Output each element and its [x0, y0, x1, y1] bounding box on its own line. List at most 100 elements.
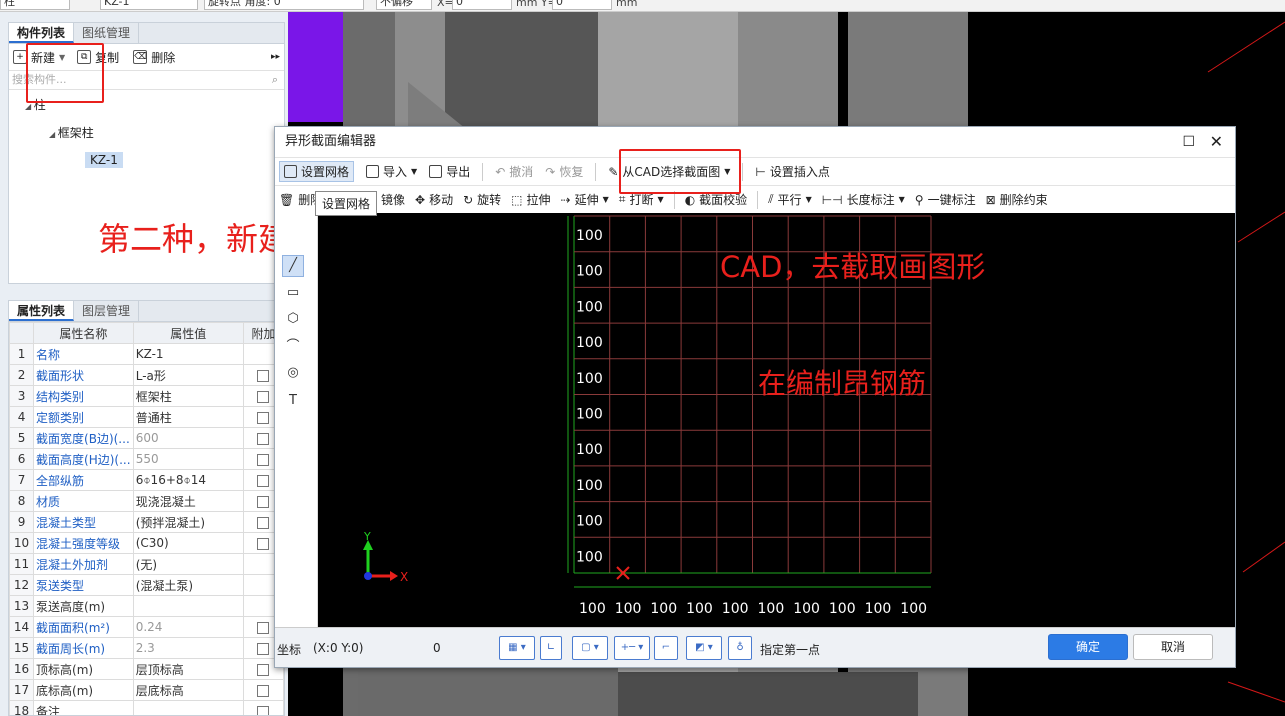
table-row[interactable]: 4 定额类别 普通柱 — [9, 406, 284, 428]
table-row[interactable]: 14 截面面积(m²) 0.24 — [9, 616, 284, 638]
property-value[interactable]: 600 — [132, 427, 244, 449]
maximize-icon[interactable]: ☐ — [1182, 127, 1195, 157]
arc-tool-icon[interactable]: ⌒ — [285, 339, 301, 355]
table-row[interactable]: 12 泵送类型 (混凝土泵) — [9, 574, 284, 596]
highlight-cad-button — [619, 149, 741, 194]
extra-checkbox[interactable] — [257, 453, 270, 466]
tab-layer-manage[interactable]: 图层管理 — [74, 301, 140, 321]
object-snap-toggle[interactable]: ▢ ▾ — [572, 636, 608, 660]
property-value[interactable]: 2.3 — [132, 637, 244, 659]
table-row[interactable]: 5 截面宽度(B边)(... 600 — [9, 427, 284, 449]
property-value[interactable]: 框架柱 — [132, 385, 244, 407]
property-value[interactable]: 现浇混凝土 — [132, 490, 244, 512]
x-input[interactable]: 0 — [452, 0, 512, 10]
move-tool[interactable]: ✥ 移动 — [415, 191, 453, 208]
property-value[interactable]: 层底标高 — [132, 679, 244, 701]
type-select[interactable]: 柱 — [0, 0, 70, 10]
property-value[interactable]: (C30) — [132, 532, 244, 554]
y-input[interactable]: 0 — [552, 0, 612, 10]
tab-component-list[interactable]: 构件列表 — [9, 23, 75, 43]
component-select[interactable]: KZ-1 — [100, 0, 198, 10]
import-button[interactable]: 导入 ▼ — [366, 163, 417, 180]
table-row[interactable]: 3 结构类别 框架柱 — [9, 385, 284, 407]
more-icon[interactable]: ▸▸ — [271, 52, 280, 62]
offset-select[interactable]: 不偏移 — [376, 0, 432, 10]
dynamic-input-toggle[interactable]: ◩ ▾ — [686, 636, 722, 660]
lightbulb-icon[interactable]: ♁ — [728, 636, 752, 660]
polygon-tool-icon[interactable]: ⬡ — [285, 311, 301, 327]
export-button[interactable]: 导出 — [429, 163, 470, 180]
rotate-point-field[interactable]: 旋转点 角度: 0 — [204, 0, 364, 10]
cancel-button[interactable]: 取消 — [1133, 634, 1213, 660]
property-value[interactable] — [132, 595, 244, 617]
text-tool-icon[interactable]: T — [285, 393, 301, 409]
property-value[interactable]: 层顶标高 — [132, 658, 244, 680]
table-row[interactable]: 7 全部纵筋 6⌽16+8⌽14 — [9, 469, 284, 491]
tab-drawing-manage[interactable]: 图纸管理 — [74, 23, 140, 43]
table-row[interactable]: 11 混凝土外加剂 (无) — [9, 553, 284, 575]
extra-checkbox[interactable] — [257, 495, 270, 508]
extra-checkbox[interactable] — [257, 474, 270, 487]
row-index: 14 — [9, 616, 35, 638]
tree-node-kz1[interactable]: KZ-1 — [85, 152, 123, 168]
table-row[interactable]: 13 泵送高度(m) — [9, 595, 284, 617]
tab-property-list[interactable]: 属性列表 — [9, 301, 75, 321]
tree-node-frame-column[interactable]: ◢ 框架柱 — [49, 124, 94, 141]
table-row[interactable]: 18 备注 — [9, 700, 284, 715]
extra-checkbox[interactable] — [257, 432, 270, 445]
table-row[interactable]: 1 名称 KZ-1 — [9, 343, 284, 365]
extra-checkbox[interactable] — [257, 684, 270, 697]
extra-checkbox[interactable] — [257, 390, 270, 403]
stretch-tool[interactable]: ⬚ 拉伸 — [511, 191, 550, 208]
property-value[interactable]: 550 — [132, 448, 244, 470]
property-value[interactable] — [132, 700, 244, 715]
extra-checkbox[interactable] — [257, 411, 270, 424]
extra-checkbox[interactable] — [257, 705, 270, 715]
insert-point-button[interactable]: ⊢ 设置插入点 — [755, 163, 829, 180]
length-dim-tool[interactable]: ⊢⊣ 长度标注 ▼ — [822, 191, 905, 208]
table-row[interactable]: 16 顶标高(m) 层顶标高 — [9, 658, 284, 680]
grid-snap-toggle[interactable]: ▦ ▾ — [499, 636, 535, 660]
property-value[interactable]: KZ-1 — [132, 343, 244, 365]
extra-checkbox[interactable] — [257, 642, 270, 655]
table-row[interactable]: 10 混凝土强度等级 (C30) — [9, 532, 284, 554]
ortho-toggle[interactable]: ∟ — [540, 636, 562, 660]
rectangle-tool-icon[interactable]: ▭ — [285, 285, 301, 301]
table-row[interactable]: 6 截面高度(H边)(... 550 — [9, 448, 284, 470]
table-row[interactable]: 8 材质 现浇混凝土 — [9, 490, 284, 512]
circle-tool-icon[interactable]: ◎ — [285, 365, 301, 381]
col-dimension-label: 100 — [829, 601, 856, 617]
extend-tool[interactable]: ⇢ 延伸 ▼ — [561, 191, 609, 208]
property-value[interactable]: 普通柱 — [132, 406, 244, 428]
property-value[interactable]: (无) — [132, 553, 244, 575]
property-value[interactable]: (预拌混凝土) — [132, 511, 244, 533]
x-axis-label: X — [400, 570, 408, 584]
table-row[interactable]: 9 混凝土类型 (预拌混凝土) — [9, 511, 284, 533]
extra-checkbox[interactable] — [257, 369, 270, 382]
ok-button[interactable]: 确定 — [1048, 634, 1128, 660]
property-value[interactable]: L-a形 — [132, 364, 244, 386]
property-value[interactable]: 0.24 — [132, 616, 244, 638]
line-tool-icon[interactable]: ╱ — [282, 255, 304, 277]
extra-checkbox[interactable] — [257, 537, 270, 550]
redo-button[interactable]: ↷ 恢复 — [545, 163, 583, 180]
undo-button[interactable]: ↶ 撤消 — [495, 163, 533, 180]
table-row[interactable]: 17 底标高(m) 层底标高 — [9, 679, 284, 701]
extra-checkbox[interactable] — [257, 663, 270, 676]
delete-button[interactable]: 删除 — [151, 49, 175, 66]
table-row[interactable]: 2 截面形状 L-a形 — [9, 364, 284, 386]
set-grid-button[interactable]: 设置网格 — [279, 161, 355, 182]
delete-constraint-tool[interactable]: ⊠ 删除约束 — [986, 191, 1048, 208]
parallel-tool[interactable]: ⫽ 平行 ▼ — [768, 191, 812, 208]
rotate-tool[interactable]: ↻ 旋转 — [463, 191, 501, 208]
extra-checkbox[interactable] — [257, 621, 270, 634]
one-click-dim-tool[interactable]: ⚲ 一键标注 — [915, 191, 976, 208]
property-value[interactable]: (混凝土泵) — [132, 574, 244, 596]
close-icon[interactable]: ✕ — [1210, 127, 1223, 157]
property-value[interactable]: 6⌽16+8⌽14 — [132, 469, 244, 491]
search-icon[interactable]: ⌕ — [272, 71, 278, 89]
extra-checkbox[interactable] — [257, 516, 270, 529]
polar-toggle[interactable]: ⌐ — [654, 636, 678, 660]
table-row[interactable]: 15 截面周长(m) 2.3 — [9, 637, 284, 659]
line-width-toggle[interactable]: +─ ▾ — [614, 636, 650, 660]
